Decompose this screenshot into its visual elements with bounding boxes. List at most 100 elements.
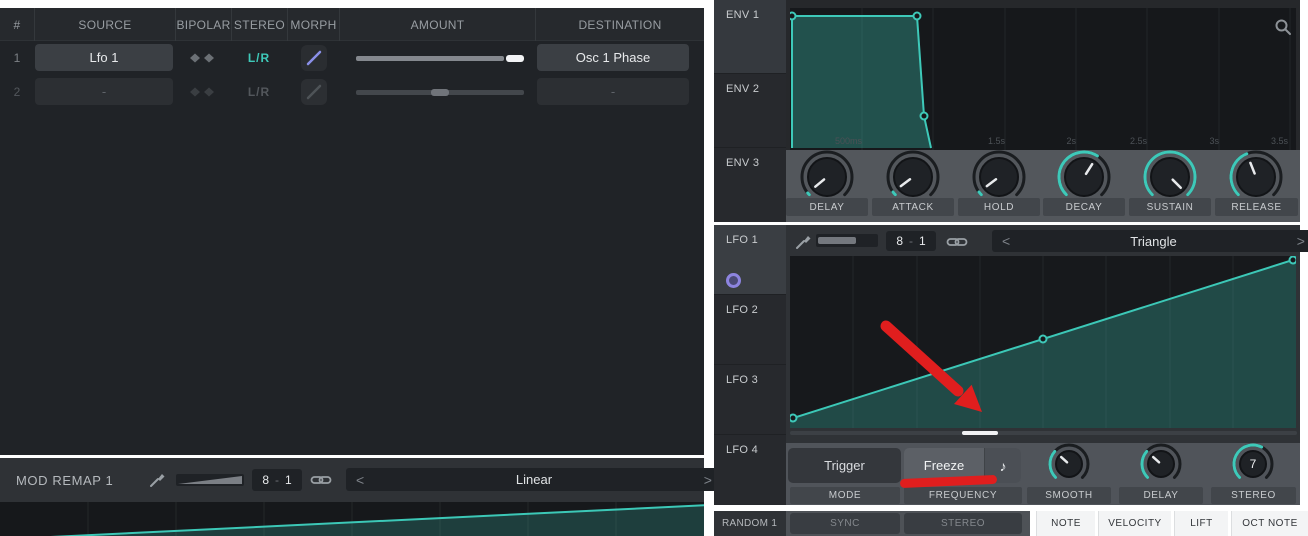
source-button[interactable]: -: [35, 78, 173, 105]
smooth-knob[interactable]: [1047, 442, 1091, 486]
lfo-mini-slider-fill: [818, 237, 856, 244]
col-header-source: SOURCE: [34, 8, 175, 41]
release-knob[interactable]: [1228, 149, 1284, 205]
env-tab-3[interactable]: ENV 3: [714, 148, 786, 222]
lfo-tab-2[interactable]: LFO 2: [714, 295, 786, 365]
ratio-b: 1: [285, 473, 292, 487]
stereo-label: STEREO: [1211, 487, 1296, 504]
env-graph[interactable]: 500ms 1.5s 2s 2.5s 3s 3.5s: [790, 8, 1296, 150]
chain-link-icon[interactable]: [310, 473, 332, 487]
amount-slider[interactable]: [356, 89, 524, 96]
col-header-bipolar: BIPOLAR: [175, 8, 231, 41]
col-header-destination: DESTINATION: [535, 8, 704, 41]
stereo-toggle[interactable]: L/R: [231, 77, 287, 107]
remap-graph[interactable]: [0, 502, 704, 536]
bipolar-icon[interactable]: [189, 86, 215, 98]
matrix-row-1: 1 Lfo 1 L/R Osc 1 Phase: [0, 43, 704, 73]
mod-remap-title: MOD REMAP 1: [16, 472, 114, 488]
attack-knob[interactable]: [885, 149, 941, 205]
bipolar-icon[interactable]: [189, 52, 215, 64]
morph-line-icon: [306, 50, 322, 66]
time-label: 500ms: [834, 136, 862, 146]
stereo-button[interactable]: STEREO: [904, 513, 1022, 534]
lfo-tab-3[interactable]: LFO 3: [714, 365, 786, 435]
lfo-ratio-box[interactable]: 8-1: [886, 231, 936, 251]
ratio-dash: -: [909, 234, 913, 248]
env-panel: 500ms 1.5s 2s 2.5s 3s 3.5s DELAY ATTACK …: [786, 0, 1300, 222]
mod-matrix-panel: # SOURCE BIPOLAR STEREO MORPH AMOUNT DES…: [0, 8, 704, 455]
decay-knob[interactable]: [1056, 149, 1112, 205]
amount-slider[interactable]: [356, 55, 524, 62]
magnifier-icon[interactable]: [1274, 18, 1292, 36]
hold-knob[interactable]: [971, 149, 1027, 205]
destination-button[interactable]: -: [537, 78, 689, 105]
remap-shape-selector[interactable]: < Linear >: [346, 468, 722, 491]
sync-button[interactable]: SYNC: [790, 513, 900, 534]
delay-knob[interactable]: [799, 149, 855, 205]
source-button[interactable]: Lfo 1: [35, 44, 173, 71]
amount-slider-thumb[interactable]: [506, 55, 524, 62]
amount-slider-fill: [356, 56, 504, 61]
time-label: 1.5s: [987, 136, 1005, 146]
ratio-a: 8: [262, 473, 269, 487]
lfo-phase-scrollbar[interactable]: [790, 431, 1297, 435]
paint-brush-icon[interactable]: [794, 233, 812, 251]
mod-remap-panel: MOD REMAP 1 8-1 < Linear >: [0, 458, 722, 536]
hold-label: HOLD: [958, 198, 1040, 216]
lfo-panel: 8-1 < Triangle > Trigger Freeze ♪ MODE F…: [786, 225, 1308, 505]
lfo-mini-slider[interactable]: [816, 234, 878, 247]
remap-shape-name: Linear: [515, 472, 553, 487]
sustain-label: SUSTAIN: [1129, 198, 1211, 216]
ratio-a: 8: [896, 234, 903, 248]
tempo-note-icon[interactable]: ♪: [984, 448, 1021, 483]
sustain-knob[interactable]: [1142, 149, 1198, 205]
delay-label: DELAY: [786, 198, 868, 216]
destination-button[interactable]: Osc 1 Phase: [537, 44, 689, 71]
row-number: 2: [13, 85, 21, 99]
time-label: 3.5s: [1270, 136, 1288, 146]
paint-brush-icon[interactable]: [148, 471, 166, 489]
prev-arrow[interactable]: <: [1002, 233, 1010, 249]
keytrack-lift-button[interactable]: LIFT: [1174, 511, 1228, 536]
lfo-phase-thumb[interactable]: [962, 431, 998, 435]
morph-button[interactable]: [301, 79, 327, 105]
lfo-shape-selector[interactable]: < Triangle >: [992, 230, 1308, 252]
matrix-row-2: 2 - L/R -: [0, 77, 704, 107]
col-header-stereo: STEREO: [231, 8, 287, 41]
morph-button[interactable]: [301, 45, 327, 71]
stereo-knob[interactable]: 7: [1231, 442, 1275, 486]
next-arrow[interactable]: >: [704, 472, 712, 488]
amount-slider-thumb[interactable]: [431, 89, 449, 96]
mode-label: MODE: [790, 487, 900, 504]
lfo-tab-1[interactable]: LFO 1: [714, 225, 786, 295]
row-number: 1: [13, 51, 21, 65]
lfo-graph[interactable]: [790, 256, 1296, 428]
time-label: 3s: [1209, 136, 1219, 146]
svg-text:7: 7: [1250, 457, 1257, 471]
stereo-toggle[interactable]: L/R: [231, 43, 287, 73]
remap-ratio-box[interactable]: 8-1: [252, 469, 302, 491]
env-tab-2[interactable]: ENV 2: [714, 74, 786, 148]
freeze-button[interactable]: Freeze: [904, 448, 984, 483]
next-arrow[interactable]: >: [1297, 233, 1305, 249]
delay-label: DELAY: [1119, 487, 1203, 504]
decay-label: DECAY: [1043, 198, 1125, 216]
lfo-tabs: LFO 1 LFO 2 LFO 3 LFO 4: [714, 225, 786, 505]
lfo-bottom-bar: SYNC STEREO: [786, 511, 1030, 536]
morph-line-icon: [306, 84, 322, 100]
lfo-mode-button[interactable]: Trigger: [788, 448, 901, 483]
col-header-morph: MORPH: [287, 8, 339, 41]
keytrack-note-button[interactable]: NOTE: [1036, 511, 1095, 536]
keytrack-octnote-button[interactable]: OCT NOTE: [1231, 511, 1308, 536]
random-tab-1[interactable]: RANDOM 1: [714, 511, 786, 536]
keytrack-velocity-button[interactable]: VELOCITY: [1098, 511, 1171, 536]
env-tab-1[interactable]: ENV 1: [714, 0, 786, 74]
prev-arrow[interactable]: <: [356, 472, 364, 488]
delay-knob[interactable]: [1139, 442, 1183, 486]
lfo-source-indicator[interactable]: [726, 273, 741, 288]
remap-mini-slider[interactable]: [176, 474, 244, 486]
col-header-num: #: [13, 17, 21, 32]
lfo-tab-4[interactable]: LFO 4: [714, 435, 786, 505]
chain-link-icon[interactable]: [946, 235, 968, 249]
ratio-dash: -: [275, 473, 279, 487]
